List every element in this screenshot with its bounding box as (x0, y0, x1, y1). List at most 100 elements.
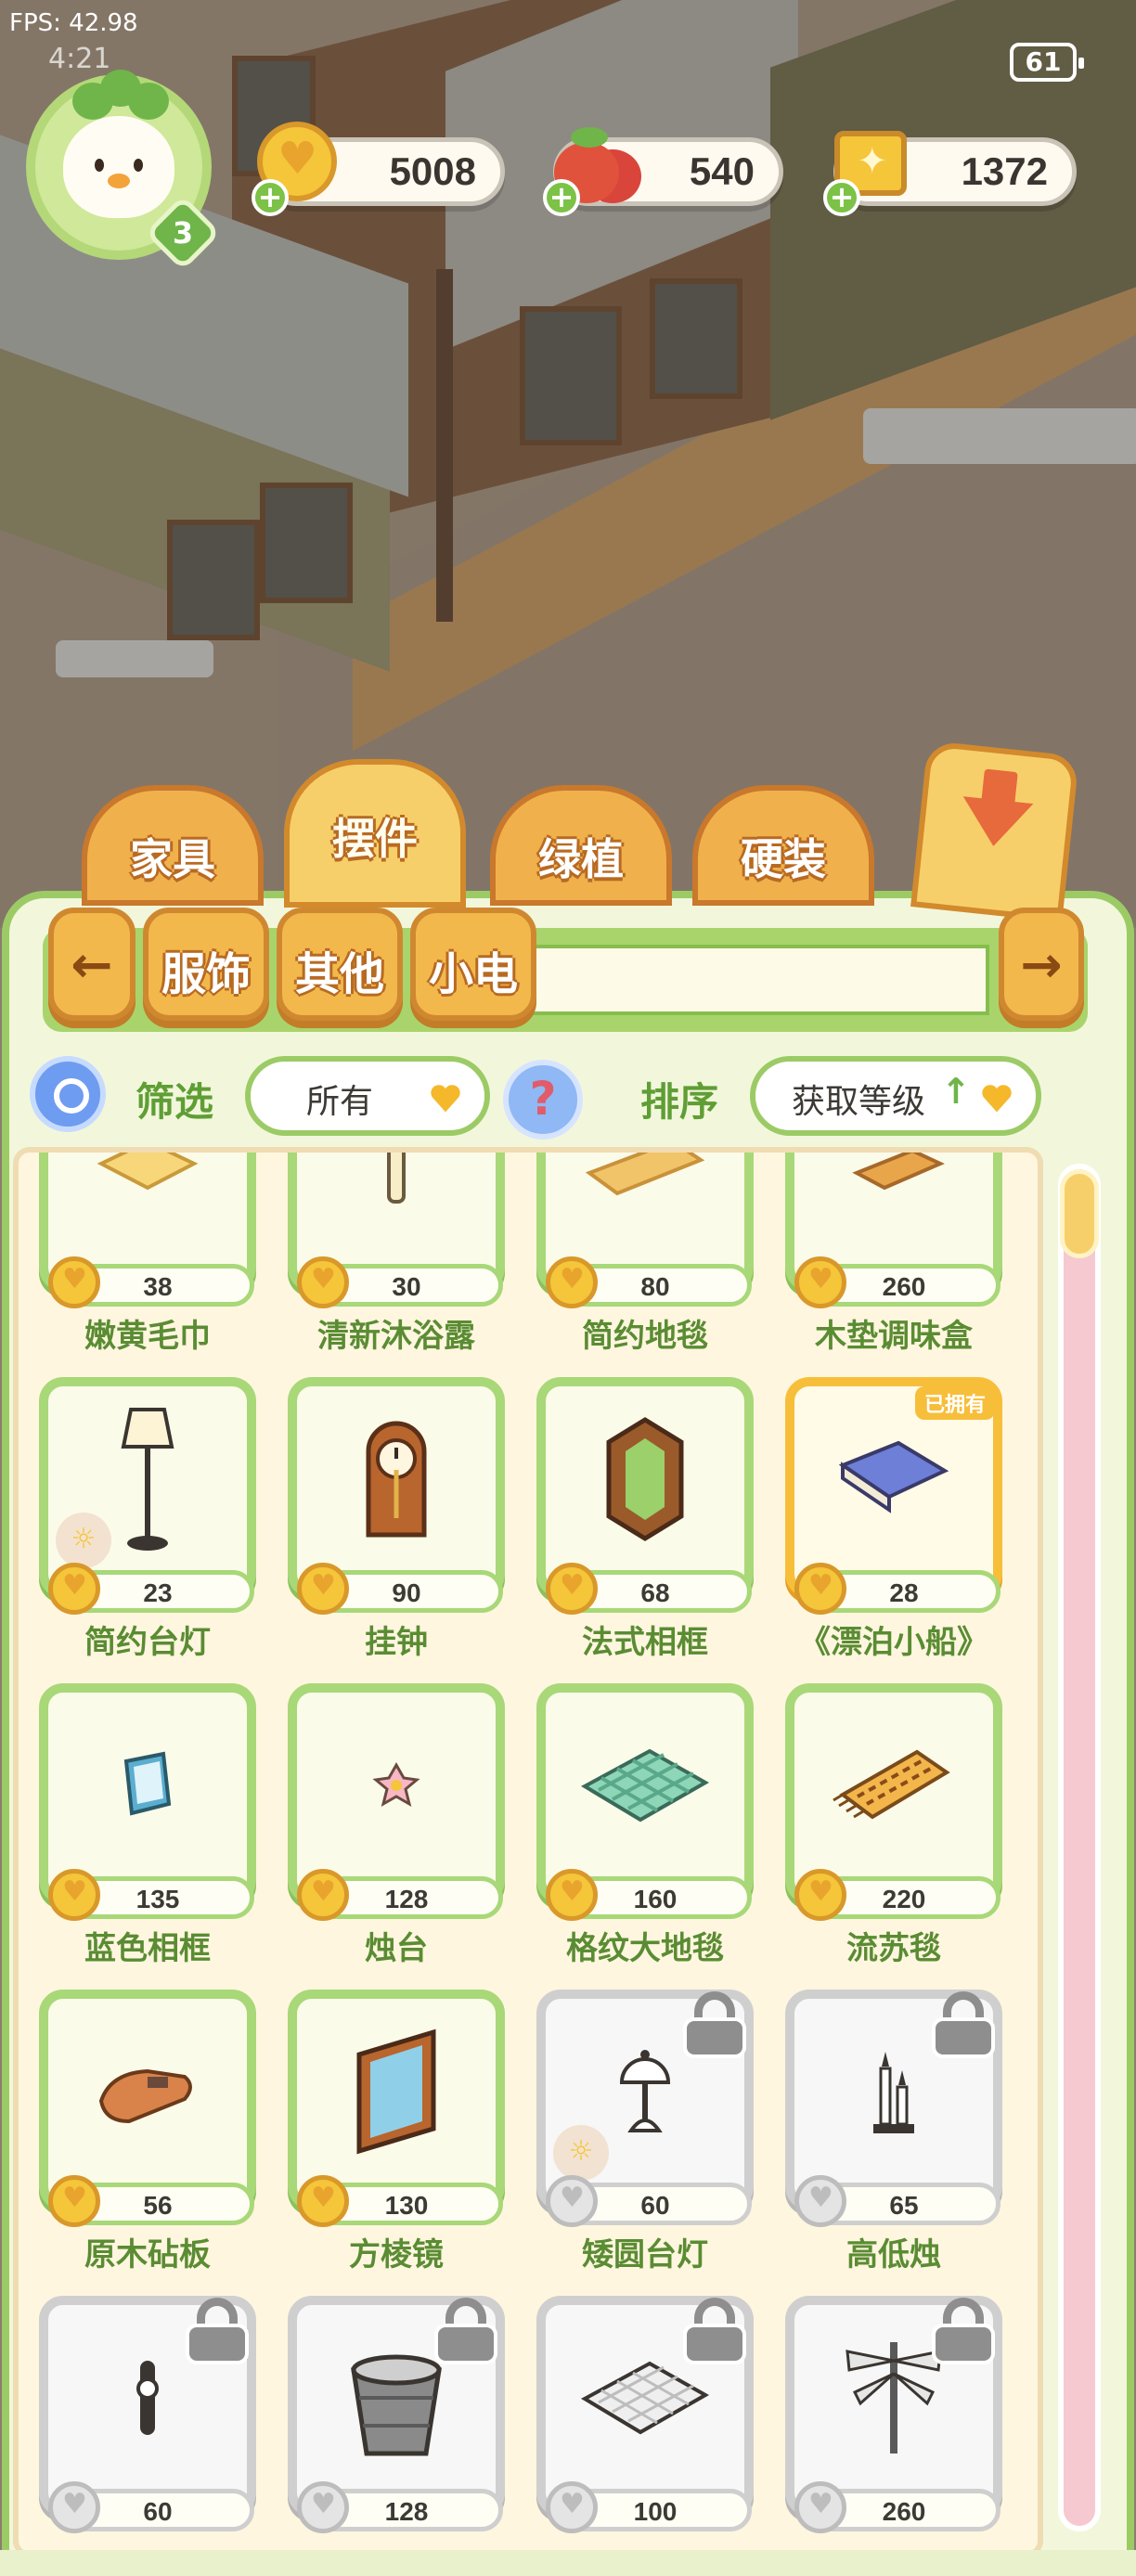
blue-frame-icon (39, 1683, 256, 1887)
item-card[interactable]: 56原木砧板 (39, 1990, 256, 2273)
heart-dropdown-icon (982, 1085, 1012, 1113)
heart-coin-icon (546, 2175, 598, 2227)
item-card[interactable]: 100 (536, 2296, 754, 2552)
item-card[interactable]: 38嫩黄毛巾 (39, 1153, 256, 1355)
heart-coin-icon (48, 1869, 100, 1921)
wall-clock-icon (288, 1377, 505, 1581)
item-name: 《漂泊小船》 (799, 1624, 988, 1661)
tab-plants[interactable]: 绿植 (490, 785, 672, 906)
heart-coin-icon (48, 2175, 100, 2227)
add-gift-tickets-button[interactable]: + (823, 179, 860, 216)
coins-value: 5008 (389, 149, 476, 193)
lock-icon (679, 2298, 750, 2364)
item-card[interactable]: 60 (39, 2296, 256, 2552)
candle-icon (288, 1683, 505, 1887)
heart-coin-icon (48, 1256, 100, 1308)
lock-icon (928, 2298, 999, 2364)
heart-coin-icon (297, 1869, 349, 1921)
item-name: 木垫调味盒 (815, 1318, 973, 1355)
item-card[interactable]: 220流苏毯 (785, 1683, 1002, 1967)
item-card[interactable]: 135蓝色相框 (39, 1683, 256, 1967)
heart-coin-icon (546, 1869, 598, 1921)
heart-coin-icon (297, 1563, 349, 1615)
heart-coin-icon (546, 1256, 598, 1308)
item-grid: 38嫩黄毛巾30清新沐浴露80简约地毯260木垫调味盒☼23简约台灯90挂钟68… (13, 1147, 1043, 2557)
item-card[interactable]: 90挂钟 (288, 1377, 505, 1661)
scrollbar-thumb[interactable] (1060, 1169, 1099, 1258)
item-card[interactable]: 260 (785, 2296, 1002, 2552)
item-card[interactable]: ☼23简约台灯 (39, 1377, 256, 1661)
heart-coin-icon (48, 2481, 100, 2533)
search-icon[interactable] (30, 1056, 106, 1132)
heart-coin-icon (794, 1256, 846, 1308)
heart-coin-icon (546, 1563, 598, 1615)
subcategory-clothing[interactable]: 服饰 (143, 908, 269, 1021)
lock-icon (182, 2298, 252, 2364)
subcategory-prev-button[interactable]: ← (48, 908, 136, 1021)
grid-scrollbar[interactable] (1058, 1164, 1101, 2531)
subcategory-other[interactable]: 其他 (277, 908, 403, 1021)
lock-icon (679, 1991, 750, 2058)
item-name: 法式相框 (582, 1624, 708, 1661)
add-tomatoes-button[interactable]: + (543, 179, 580, 216)
lightbulb-icon[interactable]: ☼ (56, 1513, 111, 1568)
battery-indicator: 61 (1010, 43, 1084, 82)
item-card[interactable]: 128烛台 (288, 1683, 505, 1967)
item-card[interactable]: 128 (288, 2296, 505, 2552)
filter-dropdown[interactable]: 所有 (245, 1056, 490, 1136)
mirror-icon (288, 1990, 505, 2194)
tab-hardware[interactable]: 硬装 (692, 785, 874, 906)
item-card[interactable]: 130方棱镜 (288, 1990, 505, 2273)
item-name: 嫩黄毛巾 (84, 1318, 211, 1355)
tab-decorations[interactable]: 摆件 (284, 759, 466, 908)
heart-coin-icon (297, 2481, 349, 2533)
item-card[interactable]: 30清新沐浴露 (288, 1153, 505, 1355)
help-button[interactable]: ? (503, 1060, 583, 1140)
heart-coin-icon (794, 1563, 846, 1615)
tomatoes-value: 540 (689, 149, 755, 193)
item-name: 烛台 (365, 1930, 428, 1967)
collapse-panel-button[interactable] (910, 740, 1079, 923)
item-name: 挂钟 (365, 1624, 428, 1661)
clock: 4:21 (48, 43, 111, 75)
fps-counter: FPS: 42.98 (9, 9, 138, 37)
sort-ascending-icon: ↑ (941, 1071, 971, 1112)
item-card[interactable]: 65高低烛 (785, 1990, 1002, 2273)
tab-furniture[interactable]: 家具 (82, 785, 264, 906)
check-rug-icon (536, 1683, 754, 1887)
item-name: 简约台灯 (84, 1624, 211, 1661)
frame-icon (536, 1377, 754, 1581)
item-card[interactable]: 260木垫调味盒 (785, 1153, 1002, 1355)
heart-coin-icon (794, 2175, 846, 2227)
item-name: 矮圆台灯 (582, 2236, 708, 2273)
item-name: 清新沐浴露 (317, 1318, 475, 1355)
item-card[interactable]: 80简约地毯 (536, 1153, 754, 1355)
heart-coin-icon (546, 2481, 598, 2533)
item-card[interactable]: 160格纹大地毯 (536, 1683, 754, 1967)
item-card[interactable]: ☼60矮圆台灯 (536, 1990, 754, 2273)
sort-dropdown[interactable]: 获取等级 ↑ (750, 1056, 1041, 1136)
item-card[interactable]: 68法式相框 (536, 1377, 754, 1661)
heart-coin-icon (794, 1869, 846, 1921)
item-card[interactable]: 已拥有28《漂泊小船》 (785, 1377, 1002, 1661)
subcategory-next-button[interactable]: → (999, 908, 1084, 1021)
lock-icon (928, 1991, 999, 2058)
item-name: 高低烛 (846, 2236, 941, 2273)
heart-dropdown-icon (431, 1085, 460, 1113)
item-name: 流苏毯 (846, 1930, 941, 1967)
currency-tomatoes[interactable]: + 540 (543, 127, 783, 216)
currency-coins[interactable]: + 5008 (252, 122, 505, 216)
filter-label: 筛选 (136, 1079, 214, 1125)
owned-badge: 已拥有 (914, 1386, 995, 1420)
add-coins-button[interactable]: + (252, 179, 289, 216)
avatar-face (63, 70, 174, 218)
tassel-rug-icon (785, 1683, 1002, 1887)
item-name: 简约地毯 (582, 1318, 708, 1355)
currency-gift-tickets[interactable]: + 1372 (823, 131, 1077, 216)
lock-icon (431, 2298, 501, 2364)
gift-tickets-value: 1372 (961, 149, 1048, 193)
heart-coin-icon (297, 2175, 349, 2227)
lightbulb-icon[interactable]: ☼ (553, 2125, 609, 2181)
item-name: 原木砧板 (84, 2236, 211, 2273)
subcategory-appliances[interactable]: 小电 (410, 908, 536, 1021)
